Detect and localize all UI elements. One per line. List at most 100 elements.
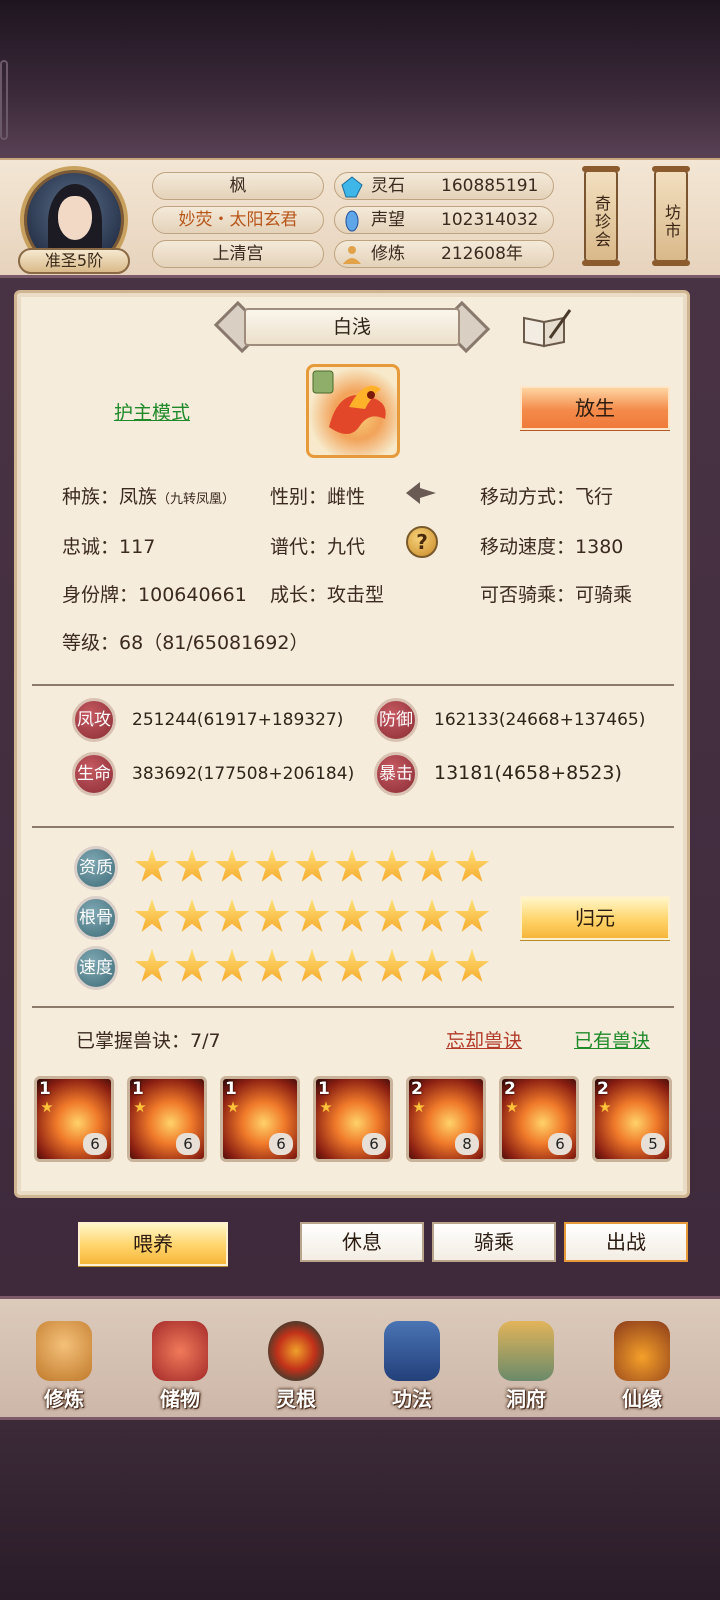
race-subtype: （九转凤凰） <box>157 492 236 507</box>
skill-slot[interactable]: 16 <box>220 1076 300 1162</box>
divider <box>32 684 674 686</box>
loyalty-label: 忠诚： <box>62 536 120 558</box>
stat-badge-hp: 生命 <box>72 752 116 796</box>
stat-value-hp: 383692(177508+206184) <box>132 764 355 784</box>
id-value: 100640661 <box>138 584 247 606</box>
star-icon <box>134 848 170 882</box>
generation-value: 九代 <box>327 536 366 558</box>
star-icon <box>174 948 210 982</box>
bone-stars <box>134 898 490 938</box>
prestige-icon <box>345 210 359 232</box>
star-icon <box>174 848 210 882</box>
growth-label: 成长： <box>270 584 328 606</box>
stat-value-crit: 13181(4658+8523) <box>434 762 622 784</box>
forget-skill-link[interactable]: 忘却兽诀 <box>446 1026 522 1053</box>
rideable-value: 可骑乘 <box>575 584 633 606</box>
resource-label: 声望 <box>371 210 405 230</box>
rideable-label: 可否骑乘： <box>480 584 576 606</box>
battle-button[interactable]: 出战 <box>564 1222 688 1262</box>
treasure-auction-button[interactable]: 奇珍会 <box>582 166 620 266</box>
nav-immortal-fate[interactable]: 仙缘 <box>592 1313 692 1413</box>
skill-count: 6 <box>269 1133 293 1155</box>
nav-cultivate[interactable]: 修炼 <box>14 1313 114 1413</box>
market-button[interactable]: 坊市 <box>652 166 690 266</box>
feed-button[interactable]: 喂养 <box>78 1222 228 1266</box>
id-field: 身份牌：100640661 <box>62 580 247 607</box>
star-icon <box>320 1101 332 1113</box>
move-type-label: 移动方式： <box>480 486 576 508</box>
skill-count: 6 <box>176 1133 200 1155</box>
gender-label: 性别： <box>270 486 328 508</box>
rest-button[interactable]: 休息 <box>300 1222 424 1262</box>
skill-list: 16161616282625 <box>34 1076 678 1166</box>
star-icon <box>334 898 370 932</box>
level-value: 68（81/65081692） <box>119 632 309 654</box>
guard-mode-link[interactable]: 护主模式 <box>114 398 190 425</box>
loyalty-value: 117 <box>119 536 156 558</box>
move-type-field: 移动方式：飞行 <box>480 482 613 509</box>
skill-count: 6 <box>362 1133 386 1155</box>
star-icon <box>454 898 490 932</box>
player-sect: 上清宫 <box>152 240 324 268</box>
ride-button[interactable]: 骑乘 <box>432 1222 556 1262</box>
resource-label: 灵石 <box>371 176 405 196</box>
skill-slot[interactable]: 28 <box>406 1076 486 1162</box>
resource-spirit-stone: 灵石 160885191 <box>334 172 554 200</box>
pet-portrait[interactable] <box>306 364 400 458</box>
skill-slot[interactable]: 16 <box>313 1076 393 1162</box>
nav-label: 灵根 <box>276 1387 316 1411</box>
pet-name-plate: 白浅 <box>210 300 494 354</box>
star-icon <box>454 948 490 982</box>
star-icon <box>254 898 290 932</box>
nav-cave[interactable]: 洞府 <box>476 1313 576 1413</box>
avatar-face <box>58 196 92 240</box>
return-origin-button[interactable]: 归元 <box>520 896 670 940</box>
skill-count: 6 <box>548 1133 572 1155</box>
star-icon <box>414 848 450 882</box>
spirit-root-icon <box>268 1321 324 1381</box>
race-value: 凤族 <box>119 486 158 508</box>
nav-spirit-root[interactable]: 灵根 <box>246 1313 346 1413</box>
move-speed-label: 移动速度： <box>480 536 576 558</box>
generation-field: 谱代：九代 <box>270 532 365 559</box>
star-icon <box>413 1101 425 1113</box>
nav-technique[interactable]: 功法 <box>362 1313 462 1413</box>
skill-slot[interactable]: 25 <box>592 1076 672 1162</box>
race-field: 种族：凤族（九转凤凰） <box>62 482 235 509</box>
owned-skills-link[interactable]: 已有兽诀 <box>574 1026 650 1053</box>
skill-slot[interactable]: 16 <box>127 1076 207 1162</box>
star-icon <box>134 1101 146 1113</box>
storage-bag-icon <box>152 1321 208 1381</box>
skill-level: 2 <box>504 1079 516 1099</box>
star-icon <box>414 948 450 982</box>
skill-slot[interactable]: 16 <box>34 1076 114 1162</box>
resource-value: 160885191 <box>441 176 539 196</box>
star-icon <box>214 948 250 982</box>
star-icon <box>214 898 250 932</box>
meditation-icon <box>343 246 361 264</box>
star-icon <box>174 898 210 932</box>
star-icon <box>294 948 330 982</box>
star-icon <box>254 948 290 982</box>
help-question-icon[interactable]: ? <box>406 526 438 558</box>
nav-storage[interactable]: 储物 <box>130 1313 230 1413</box>
move-type-value: 飞行 <box>575 486 614 508</box>
stat-value-defense: 162133(24668+137465) <box>434 710 646 730</box>
top-background <box>0 0 720 160</box>
skill-slot[interactable]: 26 <box>499 1076 579 1162</box>
edge-handle[interactable] <box>0 60 8 140</box>
gender-value: 雌性 <box>327 486 366 508</box>
star-icon <box>294 848 330 882</box>
star-icon <box>506 1101 518 1113</box>
bone-badge: 根骨 <box>74 896 118 940</box>
nav-label: 洞府 <box>506 1387 546 1411</box>
skill-level: 1 <box>132 1079 144 1099</box>
stat-badge-defense: 防御 <box>374 698 418 742</box>
stat-badge-attack: 凤攻 <box>72 698 116 742</box>
resource-cultivation: 修炼 212608年 <box>334 240 554 268</box>
star-icon <box>374 898 410 932</box>
release-button[interactable]: 放生 <box>520 386 670 430</box>
rename-book-icon[interactable] <box>520 308 572 350</box>
pet-name[interactable]: 白浅 <box>244 308 460 346</box>
gender-switch-arrow-icon[interactable] <box>404 478 438 508</box>
